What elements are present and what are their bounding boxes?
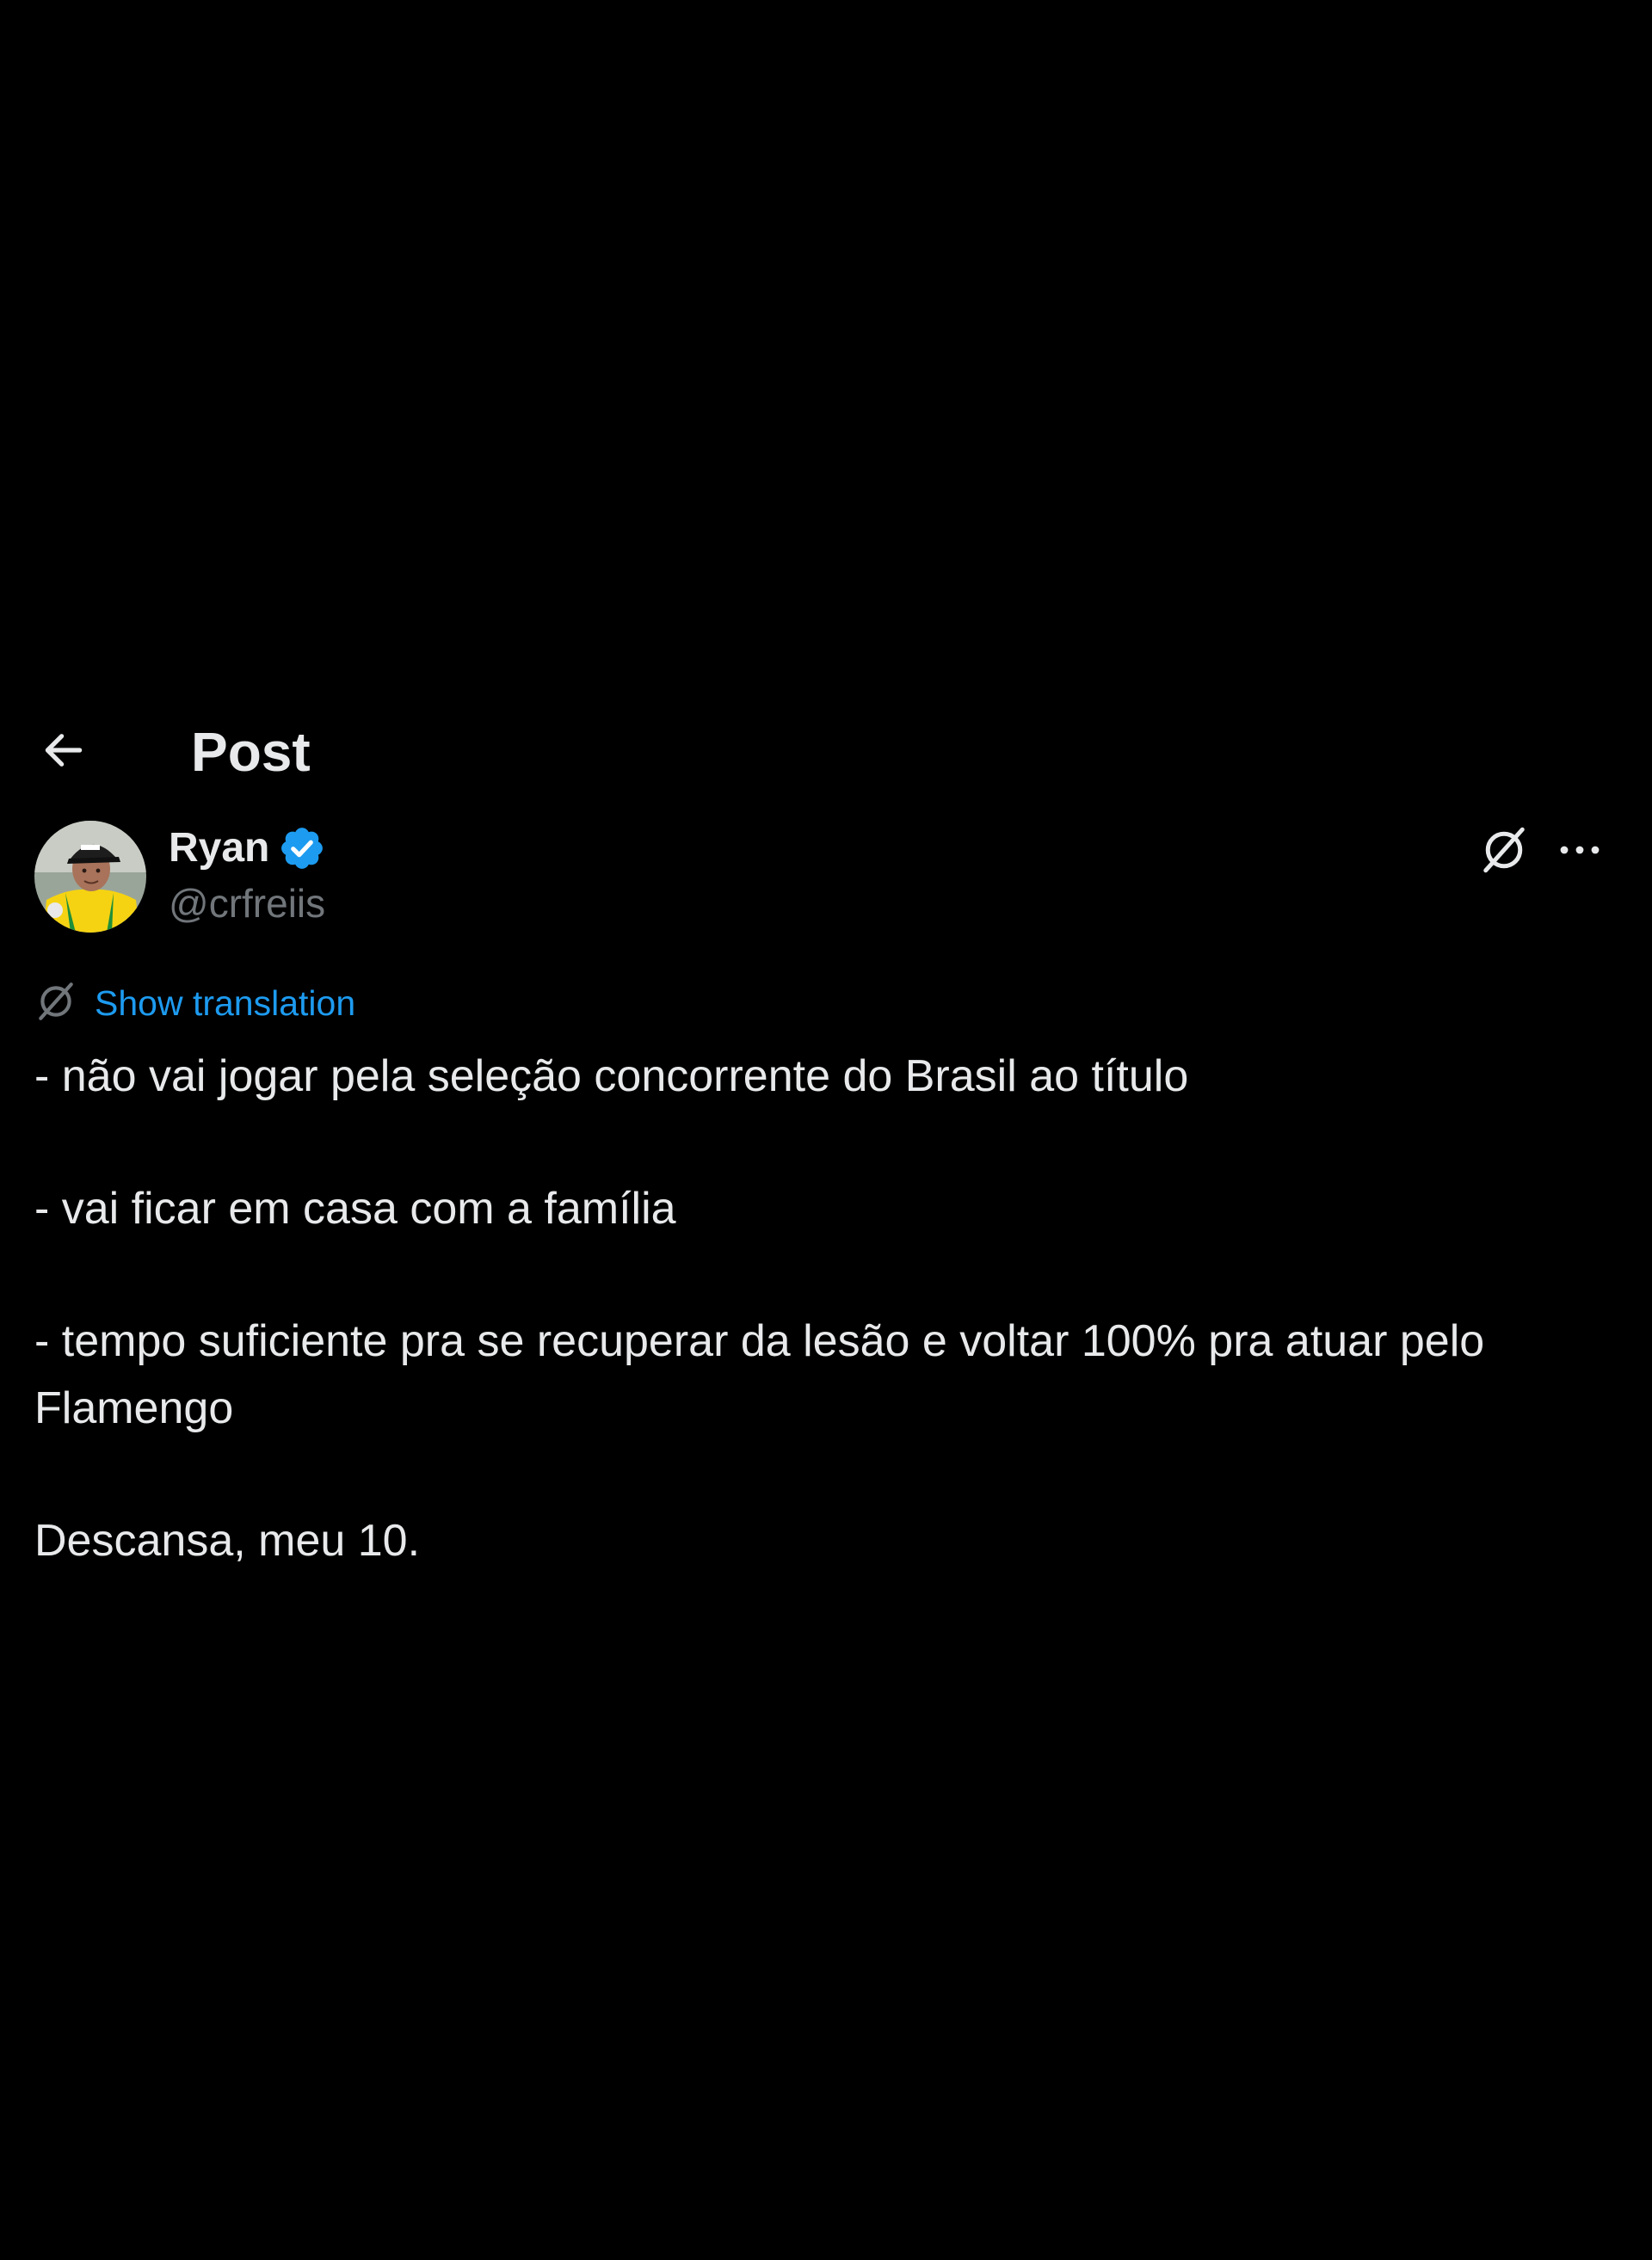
more-icon	[1559, 844, 1600, 859]
verified-badge-icon[interactable]	[278, 824, 326, 872]
show-translation-row[interactable]: Show translation	[34, 979, 355, 1027]
arrow-left-icon	[40, 726, 88, 779]
post-text-line: - vai ficar em casa com a família	[34, 1184, 676, 1234]
post-text-line: - tempo suficiente pra se recuperar da l…	[34, 1316, 1497, 1433]
post-text-line: - não vai jogar pela seleção concorrente…	[34, 1051, 1189, 1101]
grok-button[interactable]	[1473, 821, 1535, 883]
grok-icon	[1478, 824, 1530, 880]
show-translation-link[interactable]: Show translation	[95, 979, 355, 1027]
page-title: Post	[191, 721, 311, 783]
post-text-line: Descansa, meu 10.	[34, 1516, 421, 1566]
more-options-button[interactable]	[1549, 821, 1611, 883]
avatar[interactable]	[34, 821, 146, 933]
grok-icon	[34, 980, 81, 1026]
author-name-row[interactable]: Ryan	[169, 822, 326, 874]
post-author-header: Ryan @crfreiis	[0, 817, 1652, 938]
back-button[interactable]	[31, 719, 96, 785]
top-bar: Post	[0, 699, 1652, 785]
author-display-name[interactable]: Ryan	[169, 822, 269, 874]
author-handle[interactable]: @crfreiis	[169, 878, 325, 929]
post-text: - não vai jogar pela seleção concorrente…	[34, 1043, 1618, 1640]
